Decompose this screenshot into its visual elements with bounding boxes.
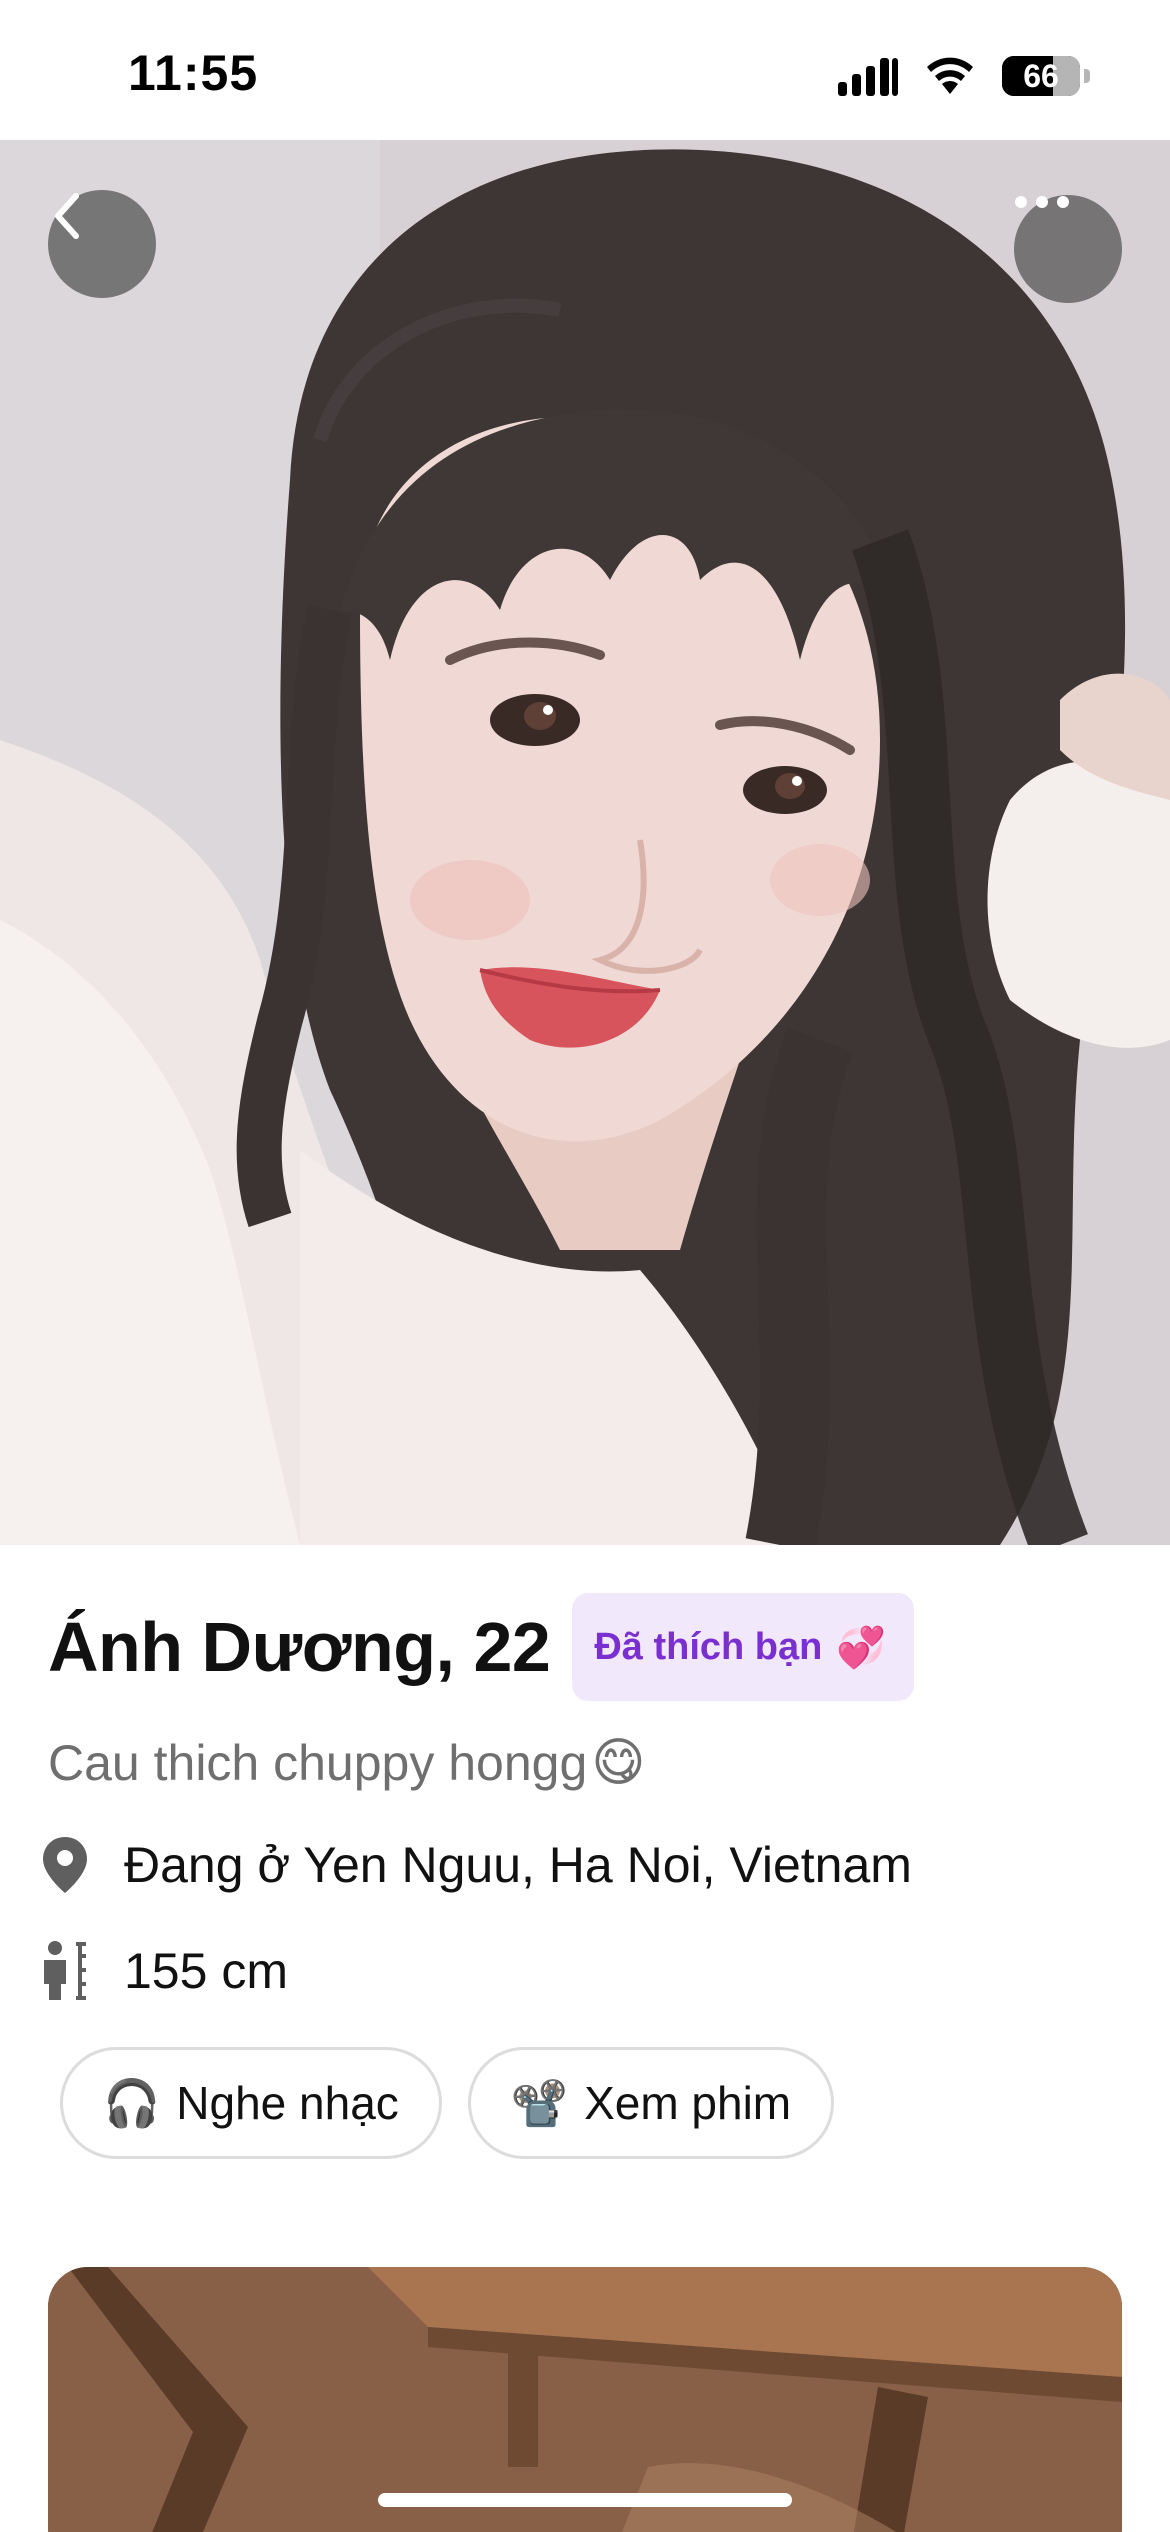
status-time: 11:55: [128, 45, 259, 101]
interest-chip-movies[interactable]: 📽️ Xem phim: [467, 2047, 835, 2159]
interest-label: Nghe nhạc: [176, 2077, 399, 2129]
headphones-icon: 🎧: [103, 2076, 161, 2129]
battery-level: 66: [1023, 57, 1059, 94]
bio-text: Cau thich chuppy hongg: [48, 1735, 588, 1791]
battery-cap: [1084, 69, 1090, 83]
back-button[interactable]: [48, 190, 156, 298]
interest-chip-music[interactable]: 🎧 Nghe nhạc: [60, 2047, 442, 2159]
film-projector-icon: 📽️: [510, 2076, 569, 2129]
location-pin-icon: [43, 1837, 87, 1893]
location-row: Đang ở Yen Nguu, Ha Noi, Vietnam: [40, 1835, 912, 1895]
interest-chips: 🎧 Nghe nhạc 📽️ Xem phim: [60, 2047, 835, 2159]
status-bar: 11:55 66: [0, 0, 1170, 140]
profile-name-age: Ánh Dương, 22: [48, 1608, 551, 1686]
cellular-signal-icon: [838, 56, 898, 96]
more-options-button[interactable]: [1014, 195, 1122, 303]
name-row: Ánh Dương, 22 Đã thích bạn 💞: [48, 1593, 915, 1701]
profile-photo[interactable]: [0, 140, 1170, 1545]
two-hearts-icon: 💞: [836, 1625, 887, 1670]
height-text: 155 cm: [124, 1943, 288, 1999]
profile-bio: Cau thich chuppy hongg 😋: [48, 1733, 646, 1793]
bio-emoji: 😋: [591, 1734, 646, 1792]
height-row: 155 cm: [40, 1940, 288, 2002]
location-text: Đang ở Yen Nguu, Ha Noi, Vietnam: [124, 1837, 912, 1893]
status-icons: 66: [838, 50, 1090, 102]
chevron-left-icon: [55, 193, 79, 239]
liked-you-badge: Đã thích bạn 💞: [572, 1593, 915, 1701]
battery-icon: 66: [1002, 56, 1080, 96]
wifi-icon: [927, 57, 973, 94]
interest-label: Xem phim: [584, 2077, 792, 2129]
height-icon: [44, 1941, 86, 2000]
profile-photo-illustration: [0, 140, 1170, 1545]
liked-you-text: Đã thích bạn: [594, 1625, 823, 1668]
home-indicator[interactable]: [378, 2493, 792, 2507]
ellipsis-icon: [1015, 196, 1069, 208]
